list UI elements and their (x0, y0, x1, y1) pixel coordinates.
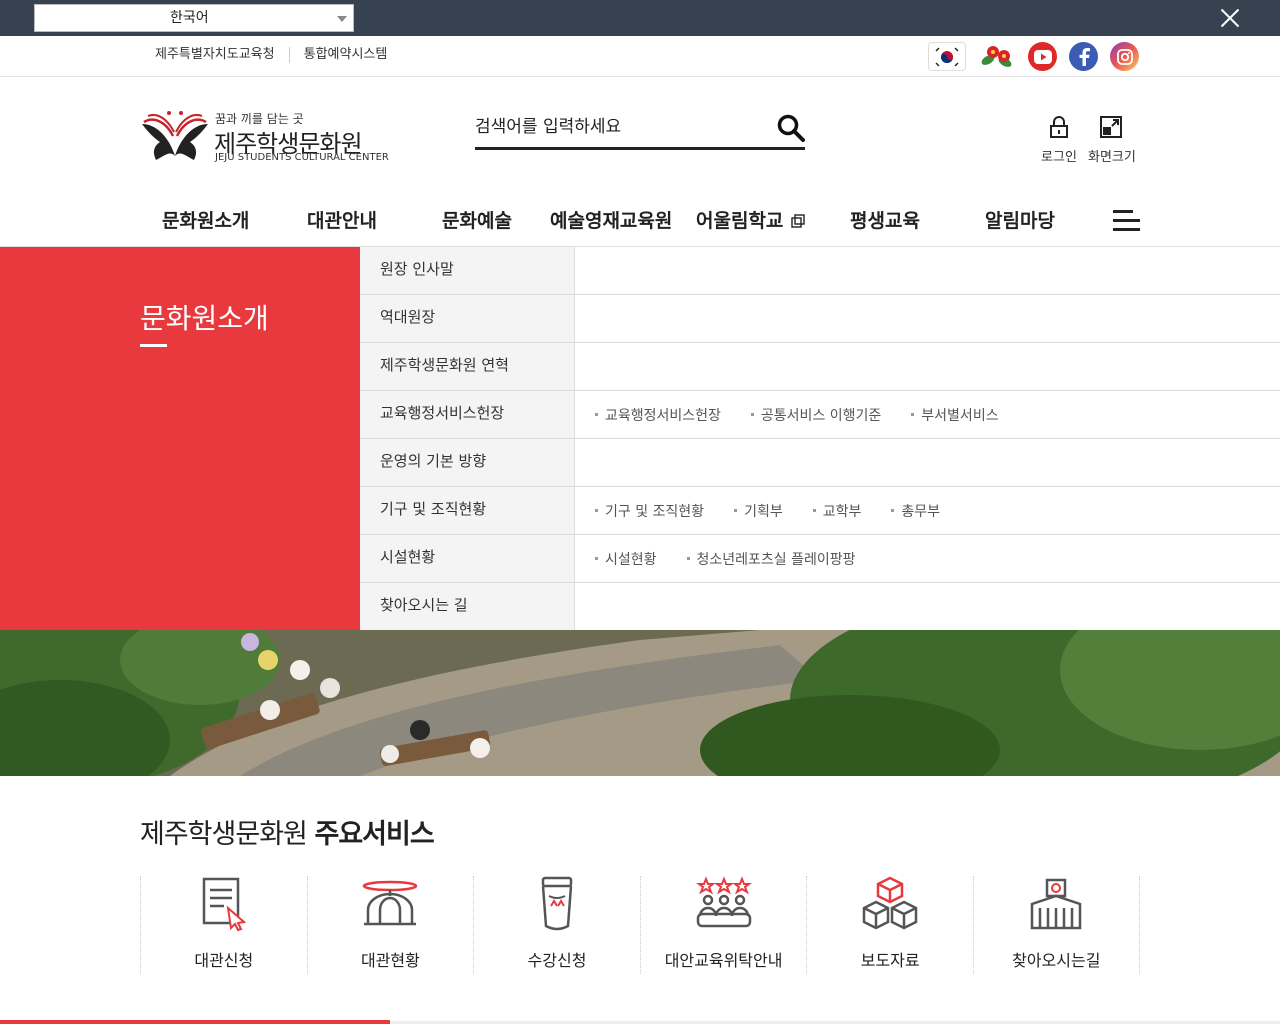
dropdown-item-operation-direction[interactable]: 운영의 기본 방향 (360, 439, 575, 486)
dropdown-title: 문화원소개 (140, 302, 269, 335)
gnb-item-about[interactable]: 문화원소개 (162, 206, 249, 233)
hamburger-menu-icon[interactable] (1113, 210, 1140, 232)
dropdown-row: 원장 인사말 (360, 247, 1280, 295)
dropdown-title-panel: 문화원소개 (0, 247, 360, 630)
subitem[interactable]: 시설현황 (595, 549, 657, 569)
camellia-icon[interactable] (978, 42, 1016, 71)
dropdown-item-former-directors[interactable]: 역대원장 (360, 295, 575, 342)
subitem[interactable]: 공통서비스 이행기준 (750, 405, 881, 425)
dropdown-item-facilities[interactable]: 시설현황 (360, 535, 575, 582)
service-press-release[interactable]: 보도자료 (806, 876, 973, 974)
gnb-item-gifted[interactable]: 예술영재교육원 (550, 206, 672, 233)
dropdown-row: 역대원장 (360, 295, 1280, 343)
site-english-name: JEJU STUDENTS CULTURAL CENTER (215, 152, 389, 163)
service-directions[interactable]: 찾아오시는길 (972, 876, 1140, 974)
utility-bar: 제주특별자치도교육청 통합예약시스템 (0, 36, 1280, 77)
dropdown-item-greeting[interactable]: 원장 인사말 (360, 247, 575, 294)
boxes-icon (862, 876, 918, 930)
search-button[interactable] (777, 114, 805, 142)
gnb-item-rental[interactable]: 대관안내 (307, 206, 377, 233)
application-form-icon (202, 877, 247, 932)
subitem[interactable]: 기구 및 조직현황 (595, 501, 704, 521)
subitem[interactable]: 부서별서비스 (911, 405, 999, 425)
butterfly-logo-icon (142, 111, 208, 160)
people-stars-icon (695, 876, 752, 928)
title-underline (140, 344, 167, 347)
service-label: 찾아오시는길 (1012, 951, 1101, 970)
services-list: 대관신청 대관현황 수강신청 대안교육위탁안내 보도자료 찾아오시는길 (140, 876, 1140, 974)
subitem[interactable]: 교학부 (812, 501, 861, 521)
service-rental-status[interactable]: 대관현황 (306, 876, 474, 974)
dropdown-item-service-charter[interactable]: 교육행정서비스헌장 (360, 391, 575, 438)
subitem[interactable]: 기획부 (734, 501, 783, 521)
dropdown-row: 운영의 기본 방향 (360, 439, 1280, 487)
sns-links (928, 42, 1139, 71)
lock-icon (1050, 116, 1068, 138)
mega-menu-dropdown: 문화원소개 원장 인사말 역대원장 제주학생문화원 연혁 교육행정서비스헌장 교… (0, 247, 1280, 631)
service-alternative-education[interactable]: 대안교육위탁안내 (639, 876, 807, 974)
screen-size-button[interactable]: 화면크기 (1088, 116, 1136, 165)
services-heading: 제주학생문화원 주요서비스 (140, 812, 435, 851)
login-label: 로그인 (1041, 150, 1077, 165)
youtube-icon[interactable] (1028, 42, 1057, 71)
dropdown-row: 기구 및 조직현황 기구 및 조직현황 기획부 교학부 총무부 (360, 487, 1280, 535)
gnb-item-lifelong[interactable]: 평생교육 (850, 206, 920, 233)
service-label: 수강신청 (527, 951, 587, 970)
gnb-item-arts[interactable]: 문화예술 (442, 206, 512, 233)
gnb-item-notice[interactable]: 알림마당 (985, 206, 1055, 233)
building-icon (1031, 878, 1082, 930)
subitem[interactable]: 총무부 (891, 501, 940, 521)
gnb-item-school[interactable]: 어울림학교 (696, 206, 805, 233)
close-icon[interactable] (1218, 6, 1242, 30)
dropdown-subitems: 기구 및 조직현황 기획부 교학부 총무부 (595, 487, 970, 534)
instagram-icon[interactable] (1110, 42, 1139, 71)
gnb-item-school-label: 어울림학교 (696, 210, 784, 232)
dropdown-row: 제주학생문화원 연혁 (360, 343, 1280, 391)
search-box (475, 110, 805, 150)
search-icon (777, 114, 805, 142)
dropdown-item-directions[interactable]: 찾아오시는 길 (360, 583, 575, 630)
dropdown-rows: 원장 인사말 역대원장 제주학생문화원 연혁 교육행정서비스헌장 교육행정서비스… (360, 247, 1280, 631)
dropdown-row: 찾아오시는 길 (360, 583, 1280, 631)
hero-photo (0, 630, 1280, 776)
subitem[interactable]: 청소년레포츠실 플레이팡팡 (686, 549, 856, 569)
translate-bar: 한국어 (0, 0, 1280, 36)
services-heading-light: 제주학생문화원 (140, 819, 308, 850)
services-heading-bold: 주요서비스 (314, 819, 434, 850)
language-select-value: 한국어 (170, 10, 209, 26)
service-rental-apply[interactable]: 대관신청 (140, 876, 307, 974)
utility-links: 제주특별자치도교육청 통합예약시스템 (155, 47, 401, 63)
dropdown-subitems: 시설현황 청소년레포츠실 플레이팡팡 (595, 535, 886, 582)
new-window-icon (791, 214, 805, 228)
dropdown-subitems: 교육행정서비스헌장 공통서비스 이행기준 부서별서비스 (595, 391, 1029, 438)
park-photo-image (0, 630, 1280, 776)
korea-flag-icon[interactable] (928, 42, 966, 71)
service-label: 대관현황 (360, 951, 420, 970)
service-label: 대안교육위탁안내 (664, 951, 783, 970)
facebook-icon[interactable] (1069, 42, 1098, 71)
service-label: 대관신청 (194, 951, 254, 970)
subitem[interactable]: 교육행정서비스헌장 (595, 405, 721, 425)
drum-icon (541, 876, 573, 931)
dropdown-item-organization[interactable]: 기구 및 조직현황 (360, 487, 575, 534)
chevron-down-icon (337, 16, 347, 22)
main-navigation: 문화원소개 대관안내 문화예술 예술영재교육원 어울림학교 평생교육 알림마당 (0, 196, 1280, 247)
service-label: 보도자료 (860, 951, 920, 970)
slider-progress-bar (0, 1020, 390, 1024)
screen-size-label: 화면크기 (1088, 150, 1136, 165)
expand-icon (1100, 116, 1122, 138)
dropdown-row: 교육행정서비스헌장 교육행정서비스헌장 공통서비스 이행기준 부서별서비스 (360, 391, 1280, 439)
dropdown-row: 시설현황 시설현황 청소년레포츠실 플레이팡팡 (360, 535, 1280, 583)
util-link-education-office[interactable]: 제주특별자치도교육청 (155, 47, 289, 63)
search-input[interactable] (475, 110, 765, 144)
service-course-apply[interactable]: 수강신청 (473, 876, 640, 974)
language-select[interactable]: 한국어 (34, 4, 354, 32)
site-logo[interactable]: 꿈과 끼를 담는 곳 제주학생문화원 JEJU STUDENTS CULTURA… (140, 108, 400, 164)
login-button[interactable]: 로그인 (1036, 116, 1082, 165)
dropdown-item-history[interactable]: 제주학생문화원 연혁 (360, 343, 575, 390)
venue-dome-icon (363, 880, 418, 926)
util-link-reservation[interactable]: 통합예약시스템 (288, 47, 402, 63)
